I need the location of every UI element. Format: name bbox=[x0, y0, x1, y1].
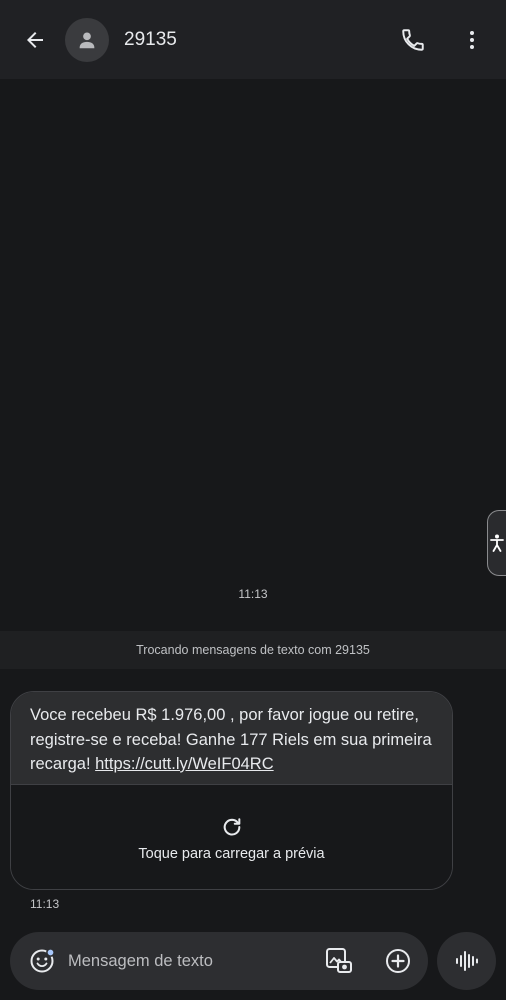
link-preview-loader[interactable]: Toque para carregar a prévia bbox=[11, 784, 452, 889]
accessibility-button[interactable] bbox=[487, 510, 506, 576]
more-options-button[interactable] bbox=[452, 20, 492, 60]
voice-message-button[interactable] bbox=[437, 932, 496, 990]
add-attachment-button[interactable] bbox=[382, 945, 414, 977]
accessibility-icon bbox=[490, 534, 504, 552]
add-circle-icon bbox=[386, 949, 410, 973]
arrow-back-icon bbox=[27, 32, 43, 48]
message-date-timestamp: 11:13 bbox=[238, 587, 268, 601]
call-button[interactable] bbox=[393, 20, 433, 60]
emoji-icon bbox=[30, 948, 55, 973]
message-composer bbox=[10, 932, 428, 990]
more-vert-icon bbox=[470, 31, 474, 49]
message-time: 11:13 bbox=[30, 897, 60, 911]
message-link[interactable]: https://cutt.ly/WeIF04RC bbox=[95, 755, 274, 773]
message-bubble[interactable]: Voce recebeu R$ 1.976,00 , por favor jog… bbox=[10, 691, 453, 890]
emoji-button[interactable] bbox=[26, 945, 58, 977]
gallery-button[interactable] bbox=[322, 945, 356, 977]
conversation-title[interactable]: 29135 bbox=[124, 29, 177, 51]
person-icon bbox=[79, 32, 95, 49]
phone-icon bbox=[402, 29, 424, 51]
avatar[interactable] bbox=[65, 18, 109, 62]
waveform-icon bbox=[455, 951, 478, 971]
app-bar: 29135 bbox=[0, 0, 506, 79]
message-input[interactable] bbox=[68, 950, 308, 972]
refresh-icon bbox=[223, 817, 240, 835]
load-preview-label: Toque para carregar a prévia bbox=[138, 845, 325, 862]
gallery-camera-icon bbox=[326, 948, 352, 973]
back-button[interactable] bbox=[14, 20, 56, 60]
sms-info-banner: Trocando mensagens de texto com 29135 bbox=[0, 631, 506, 669]
message-text-container: Voce recebeu R$ 1.976,00 , por favor jog… bbox=[11, 692, 452, 784]
